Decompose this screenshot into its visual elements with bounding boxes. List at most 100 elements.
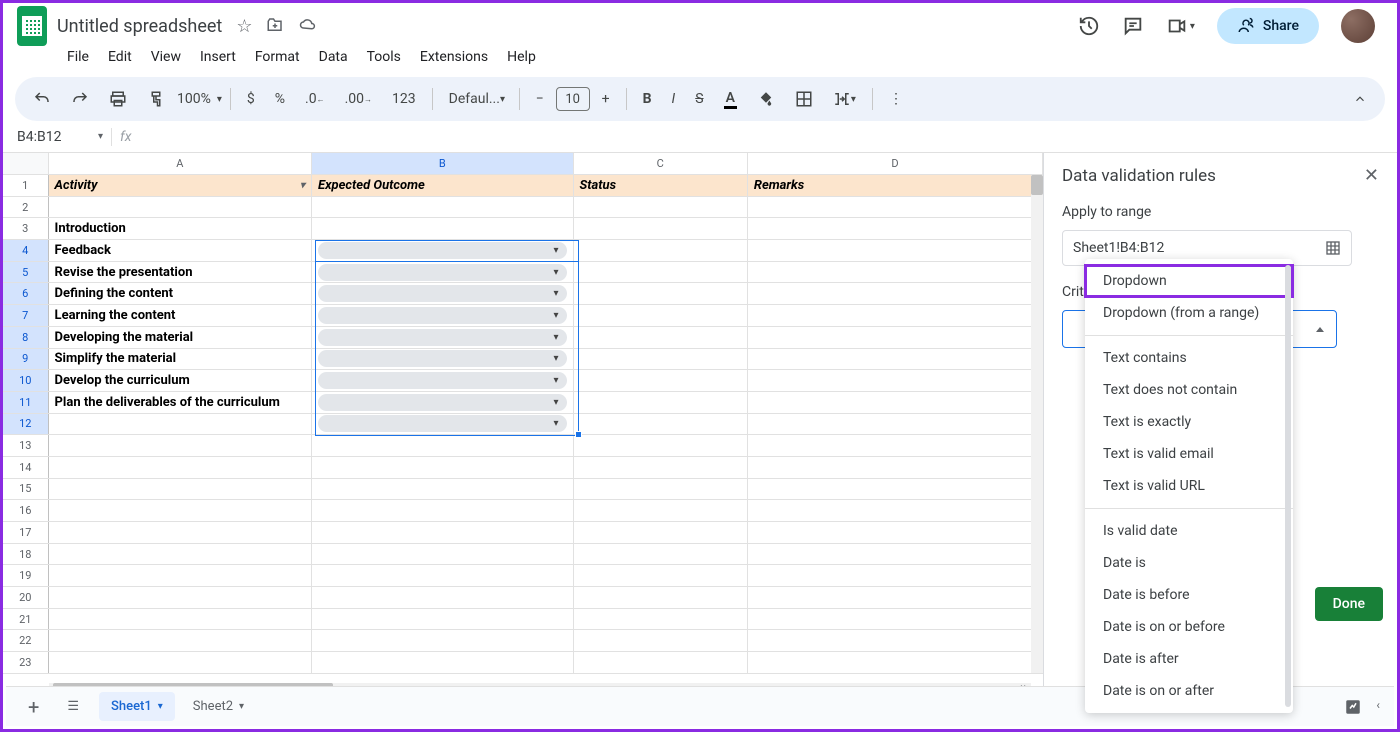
cell[interactable]: [574, 652, 748, 673]
borders-button[interactable]: [787, 84, 821, 114]
name-box[interactable]: B4:B12▾: [15, 129, 103, 145]
cell[interactable]: [748, 262, 1043, 283]
sheet-tab[interactable]: Sheet1▾: [99, 692, 175, 721]
cell[interactable]: [312, 457, 573, 478]
cell[interactable]: [574, 392, 748, 413]
account-avatar[interactable]: [1341, 9, 1375, 43]
cell[interactable]: [312, 522, 573, 543]
cell[interactable]: [748, 652, 1043, 673]
spreadsheet-grid[interactable]: A B C D 1Activity▾Expected OutcomeStatus…: [3, 153, 1043, 695]
sheet-tab[interactable]: Sheet2▾: [181, 692, 256, 721]
cell[interactable]: [748, 522, 1043, 543]
cell[interactable]: Status: [574, 175, 748, 196]
cell[interactable]: [574, 435, 748, 456]
cell[interactable]: ▾: [312, 327, 573, 348]
cell[interactable]: [748, 349, 1043, 370]
done-button[interactable]: Done: [1315, 587, 1383, 621]
dropdown-chip[interactable]: ▾: [318, 329, 566, 346]
cell[interactable]: [49, 630, 312, 651]
criteria-option[interactable]: Is valid date: [1085, 515, 1293, 547]
menu-file[interactable]: File: [59, 45, 97, 69]
row-header[interactable]: 3: [3, 218, 49, 239]
row-header[interactable]: 19: [3, 565, 49, 586]
comment-icon[interactable]: [1122, 15, 1144, 37]
close-panel-button[interactable]: ✕: [1364, 165, 1379, 186]
cell[interactable]: [312, 609, 573, 630]
cell[interactable]: [49, 414, 312, 435]
cell[interactable]: Remarks: [748, 175, 1043, 196]
collapse-toolbar-button[interactable]: [1345, 86, 1375, 112]
cell[interactable]: ▾: [312, 305, 573, 326]
cell[interactable]: ▾: [312, 370, 573, 391]
menu-tools[interactable]: Tools: [359, 45, 409, 69]
cell[interactable]: [574, 414, 748, 435]
cell[interactable]: [574, 587, 748, 608]
dropdown-chip[interactable]: ▾: [318, 415, 566, 432]
cell[interactable]: ▾: [312, 262, 573, 283]
cell[interactable]: [49, 522, 312, 543]
cell[interactable]: [748, 565, 1043, 586]
row-header[interactable]: 13: [3, 435, 49, 456]
dropdown-chip[interactable]: ▾: [318, 264, 566, 281]
row-header[interactable]: 2: [3, 197, 49, 218]
cell[interactable]: [748, 197, 1043, 218]
move-icon[interactable]: [266, 16, 284, 37]
cell[interactable]: [574, 370, 748, 391]
cell[interactable]: [312, 479, 573, 500]
cell[interactable]: Activity▾: [49, 175, 312, 196]
formula-bar[interactable]: [139, 125, 1385, 148]
cell[interactable]: [49, 565, 312, 586]
cell[interactable]: [574, 240, 748, 261]
criteria-option[interactable]: Text is valid URL: [1085, 470, 1293, 502]
paint-format-button[interactable]: [139, 84, 173, 114]
row-header[interactable]: 20: [3, 587, 49, 608]
row-header[interactable]: 22: [3, 630, 49, 651]
font-size-input[interactable]: 10: [556, 87, 590, 111]
doc-title[interactable]: Untitled spreadsheet: [57, 16, 222, 37]
row-header[interactable]: 14: [3, 457, 49, 478]
decrease-decimal-button[interactable]: .0←: [297, 85, 333, 113]
col-header-B[interactable]: B: [312, 153, 573, 174]
cell[interactable]: Learning the content: [49, 305, 312, 326]
cell[interactable]: [49, 435, 312, 456]
cell[interactable]: [748, 435, 1043, 456]
italic-button[interactable]: I: [664, 85, 684, 113]
cell[interactable]: Feedback: [49, 240, 312, 261]
cell[interactable]: [574, 544, 748, 565]
cell[interactable]: [748, 609, 1043, 630]
increase-decimal-button[interactable]: .00→: [337, 85, 380, 113]
number-format-button[interactable]: 123: [384, 85, 424, 113]
row-header[interactable]: 7: [3, 305, 49, 326]
row-header[interactable]: 5: [3, 262, 49, 283]
row-header[interactable]: 10: [3, 370, 49, 391]
row-header[interactable]: 1: [3, 175, 49, 196]
cell[interactable]: [574, 305, 748, 326]
menu-extensions[interactable]: Extensions: [412, 45, 496, 69]
cell[interactable]: ▾: [312, 283, 573, 304]
cell[interactable]: [748, 457, 1043, 478]
cell[interactable]: [748, 305, 1043, 326]
cell[interactable]: Introduction: [49, 218, 312, 239]
dropdown-scrollbar[interactable]: [1285, 265, 1291, 707]
cell[interactable]: [574, 565, 748, 586]
cell[interactable]: [748, 392, 1043, 413]
merge-button[interactable]: ▾: [825, 84, 864, 114]
cell[interactable]: [574, 283, 748, 304]
all-sheets-button[interactable]: ☰: [59, 693, 87, 720]
cell[interactable]: [748, 500, 1043, 521]
cell[interactable]: [574, 349, 748, 370]
row-header[interactable]: 21: [3, 609, 49, 630]
cell[interactable]: [312, 565, 573, 586]
criteria-option[interactable]: Text contains: [1085, 342, 1293, 374]
print-button[interactable]: [101, 84, 135, 114]
cell[interactable]: Expected Outcome: [312, 175, 573, 196]
fill-handle[interactable]: [575, 431, 582, 438]
dropdown-chip[interactable]: ▾: [318, 307, 566, 324]
col-header-A[interactable]: A: [49, 153, 312, 174]
cell[interactable]: [49, 197, 312, 218]
cell[interactable]: Defining the content: [49, 283, 312, 304]
menu-edit[interactable]: Edit: [100, 45, 140, 69]
cell[interactable]: [49, 457, 312, 478]
cell[interactable]: ▾: [312, 414, 573, 435]
criteria-option[interactable]: Date is on or after: [1085, 675, 1293, 707]
